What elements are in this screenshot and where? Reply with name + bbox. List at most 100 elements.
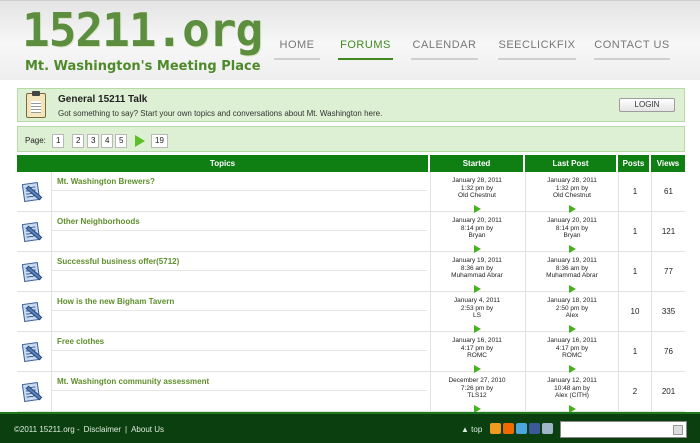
forum-info-box: General 15211 Talk Got something to say?… — [17, 88, 685, 122]
started-cell: January 4, 2011 2:53 pm by LS — [430, 292, 523, 333]
topic-link[interactable]: Other Neighborhoods — [57, 217, 140, 226]
page-4-button[interactable]: 4 — [101, 134, 114, 148]
last-post-time: 1:32 pm by — [555, 184, 589, 192]
table-row: Successful business offer(5712) January … — [17, 252, 685, 293]
started-author[interactable]: ROMC — [431, 352, 523, 360]
last-post-author[interactable]: Bryan — [526, 232, 618, 240]
last-post-author[interactable]: Alex — [526, 312, 618, 320]
back-to-top-label: top — [471, 425, 483, 434]
started-date: January 28, 2011 — [452, 177, 502, 184]
started-author[interactable]: LS — [431, 312, 523, 320]
login-button[interactable]: LOGIN — [619, 98, 675, 112]
posts-count: 1 — [618, 252, 651, 292]
started-time: 8:36 am by — [460, 264, 494, 272]
blogger-icon[interactable] — [503, 423, 514, 434]
page-last-button[interactable]: 19 — [151, 134, 168, 148]
last-post-date: January 28, 2011 — [547, 177, 597, 184]
views-count: 61 — [651, 172, 685, 212]
last-post-author[interactable]: Old Chestnut — [526, 192, 618, 200]
table-row: Other Neighborhoods January 20, 2011 8:1… — [17, 212, 685, 253]
views-count: 77 — [651, 252, 685, 292]
last-post-cell: January 19, 2011 8:36 am by Muhammad Abr… — [525, 252, 618, 293]
copyright-text: ©2011 15211.org - — [14, 425, 80, 434]
last-post-cell: January 12, 2011 10:48 am by Alex (CITH) — [525, 372, 618, 413]
back-to-top-link[interactable]: ▲ top — [461, 425, 482, 434]
twitter-icon[interactable] — [516, 423, 527, 434]
rss-icon[interactable] — [490, 423, 501, 434]
page-label: Page: — [25, 136, 46, 145]
posts-count: 1 — [618, 332, 651, 372]
topic-icon — [21, 381, 43, 403]
last-post-cell: January 16, 2011 4:17 pm by ROMC — [525, 332, 618, 373]
started-date: December 27, 2010 — [448, 377, 506, 384]
forum-description: Got something to say? Start your own top… — [58, 109, 383, 118]
topic-link[interactable]: Free clothes — [57, 337, 104, 346]
last-post-cell: January 20, 2011 8:14 pm by Bryan — [525, 212, 618, 253]
started-author[interactable]: TLS12 — [431, 392, 523, 400]
nav-forums[interactable]: FORUMS — [338, 38, 393, 60]
started-author[interactable]: Bryan — [431, 232, 523, 240]
topic-link[interactable]: Successful business offer(5712) — [57, 257, 179, 266]
footer-separator: | — [125, 425, 128, 434]
topic-icon — [21, 341, 43, 363]
last-post-author[interactable]: Muhammad Abrar — [526, 272, 618, 280]
disclaimer-link[interactable]: Disclaimer — [84, 425, 121, 434]
last-post-date: January 19, 2011 — [547, 257, 597, 264]
last-post-time: 10:48 am by — [554, 384, 590, 392]
last-post-date: January 18, 2011 — [547, 297, 597, 304]
col-topics[interactable]: Topics — [17, 155, 428, 172]
last-post-time: 2:50 pm by — [555, 304, 589, 312]
about-us-link[interactable]: About Us — [131, 425, 164, 434]
pagination: Page: 1 2 3 4 5 19 — [17, 126, 685, 152]
started-date: January 4, 2011 — [453, 297, 501, 304]
last-post-cell: January 28, 2011 1:32 pm by Old Chestnut — [525, 172, 618, 213]
facebook-icon[interactable] — [529, 423, 540, 434]
topic-icon — [21, 181, 43, 203]
page-3-button[interactable]: 3 — [87, 134, 100, 148]
col-views[interactable]: Views — [651, 155, 685, 172]
col-last-post[interactable]: Last Post — [525, 155, 616, 172]
started-time: 4:17 pm by — [460, 344, 494, 352]
table-row: How is the new Bigham Tavern January 4, … — [17, 292, 685, 333]
started-time: 8:14 pm by — [460, 224, 494, 232]
page-5-button[interactable]: 5 — [115, 134, 128, 148]
page-1-button[interactable]: 1 — [52, 134, 65, 148]
nav-contact-us[interactable]: CONTACT US — [594, 38, 670, 60]
site-logo[interactable]: 15211.org — [22, 3, 263, 57]
col-posts[interactable]: Posts — [618, 155, 649, 172]
started-date: January 19, 2011 — [452, 257, 502, 264]
topic-link[interactable]: Mt. Washington community assessment — [57, 377, 209, 386]
table-row: Mt. Washington Brewers? January 28, 2011… — [17, 172, 685, 213]
search-icon[interactable] — [673, 425, 683, 435]
started-time: 1:32 pm by — [460, 184, 494, 192]
footer-search-input[interactable] — [560, 421, 687, 438]
views-count: 76 — [651, 332, 685, 372]
table-row: Mt. Washington community assessment Dece… — [17, 372, 685, 413]
page-2-button[interactable]: 2 — [72, 134, 85, 148]
col-started[interactable]: Started — [430, 155, 523, 172]
topic-icon — [21, 301, 43, 323]
last-post-author[interactable]: Alex (CITH) — [526, 392, 618, 400]
site-tagline: Mt. Washington's Meeting Place — [25, 59, 261, 74]
topic-link[interactable]: How is the new Bigham Tavern — [57, 297, 174, 306]
started-author[interactable]: Old Chestnut — [431, 192, 523, 200]
views-count: 335 — [651, 292, 685, 332]
nav-home[interactable]: HOME — [274, 38, 320, 60]
last-post-author[interactable]: ROMC — [526, 352, 618, 360]
email-icon[interactable] — [542, 423, 553, 434]
topic-icon — [21, 221, 43, 243]
posts-count: 1 — [618, 212, 651, 252]
topic-link[interactable]: Mt. Washington Brewers? — [57, 177, 155, 186]
clipboard-icon — [26, 91, 46, 118]
last-post-time: 4:17 pm by — [555, 344, 589, 352]
site-header: 15211.org Mt. Washington's Meeting Place… — [0, 0, 700, 80]
views-count: 121 — [651, 212, 685, 252]
topic-icon — [21, 261, 43, 283]
started-date: January 16, 2011 — [452, 337, 502, 344]
nav-seeclickfix[interactable]: SEECLICKFIX — [498, 38, 576, 60]
started-time: 2:53 pm by — [460, 304, 494, 312]
started-author[interactable]: Muhammad Abrar — [431, 272, 523, 280]
nav-calendar[interactable]: CALENDAR — [411, 38, 478, 60]
last-post-cell: January 18, 2011 2:50 pm by Alex — [525, 292, 618, 333]
next-page-arrow-icon[interactable] — [135, 135, 145, 147]
